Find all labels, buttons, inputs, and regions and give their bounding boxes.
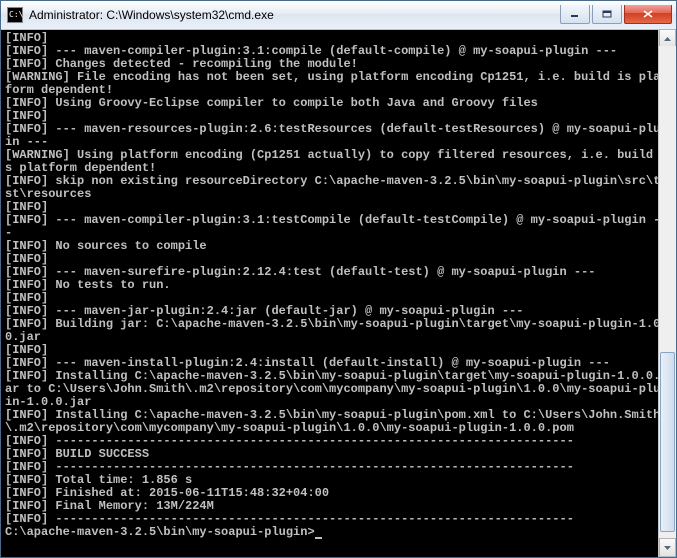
scroll-track[interactable] <box>659 46 676 540</box>
scroll-thumb[interactable] <box>660 352 675 532</box>
vertical-scrollbar[interactable] <box>658 29 676 557</box>
window-title: Administrator: C:\Windows\system32\cmd.e… <box>29 8 560 22</box>
cmd-window: Administrator: C:\Windows\system32\cmd.e… <box>0 0 677 558</box>
console-output[interactable]: [INFO] [INFO] --- maven-compiler-plugin:… <box>1 30 676 557</box>
chevron-down-icon <box>664 546 671 550</box>
maximize-icon <box>602 10 612 18</box>
minimize-icon <box>570 10 580 18</box>
prompt-line: C:\apache-maven-3.2.5\bin\my-soapui-plug… <box>5 525 315 539</box>
cmd-icon <box>7 7 23 23</box>
minimize-button[interactable] <box>560 5 590 24</box>
scroll-down-button[interactable] <box>659 538 676 557</box>
close-icon <box>643 10 653 18</box>
chevron-up-icon <box>664 37 671 41</box>
titlebar[interactable]: Administrator: C:\Windows\system32\cmd.e… <box>1 1 676 30</box>
window-controls <box>560 5 672 25</box>
maximize-button[interactable] <box>592 5 622 24</box>
cursor <box>315 537 322 539</box>
close-button[interactable] <box>624 5 672 24</box>
